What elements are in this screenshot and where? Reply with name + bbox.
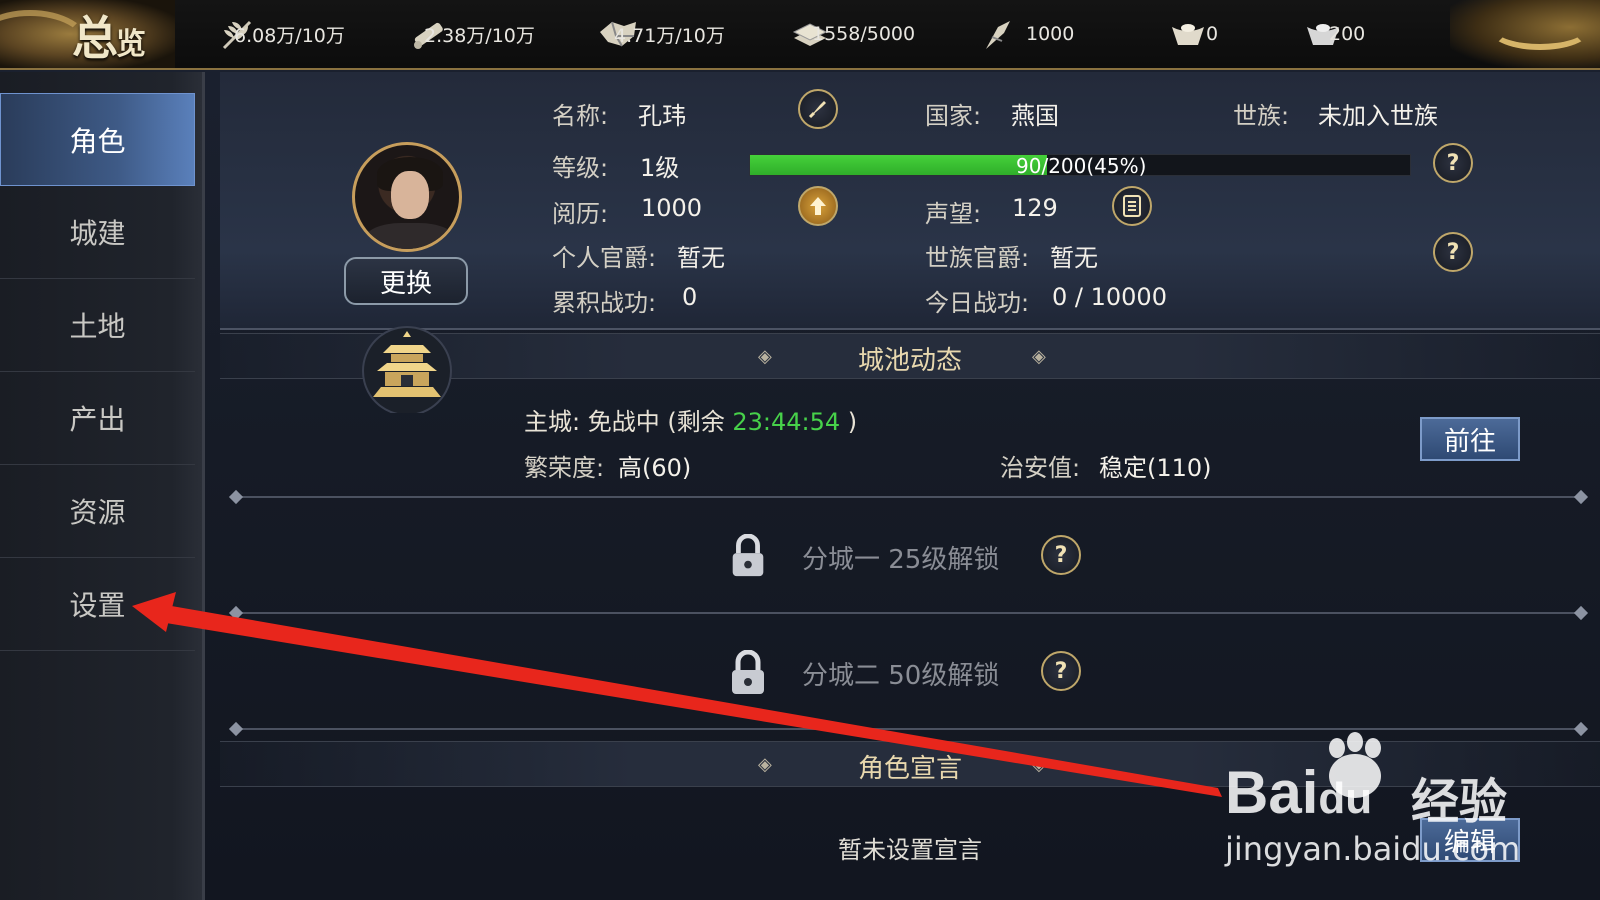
today-merit-value: 0 / 10000: [1052, 283, 1167, 311]
branch-city-1-text: 分城一 25级解锁: [802, 545, 1000, 575]
resource-wood-value: 2.38万/10万: [424, 24, 535, 47]
branch-city-2-help-icon[interactable]: ?: [1041, 651, 1081, 691]
corner-ornament: [1450, 0, 1600, 68]
resource-decree[interactable]: 1000: [978, 16, 1074, 52]
today-merit-label: 今日战功:: [925, 289, 1030, 317]
resource-stone-value: 4.71万/10万: [614, 24, 725, 47]
experience-value: 1000: [641, 194, 703, 222]
resource-grain-value: 6.08万/10万: [234, 24, 345, 47]
level-value: 1级: [640, 154, 680, 182]
level-label: 等级:: [552, 154, 609, 182]
overview-title-emblem: 总览: [0, 0, 175, 68]
palace-icon: [352, 322, 462, 414]
watermark-jingyan: 经验: [1411, 774, 1508, 830]
prestige-list-icon[interactable]: [1112, 186, 1152, 226]
security-label: 治安值:: [1000, 454, 1081, 482]
branch-city-2-text: 分城二 50级解锁: [802, 661, 1000, 691]
decree-icon: [978, 16, 1018, 52]
resource-grain[interactable]: 6.08万/10万: [218, 16, 345, 52]
branch-city-1-help-icon[interactable]: ?: [1041, 535, 1081, 575]
resource-stone[interactable]: 4.71万/10万: [598, 16, 725, 52]
resource-iron-value: 1558/5000: [812, 23, 916, 45]
rank-help-icon[interactable]: ?: [1433, 232, 1473, 272]
diamond-ornament-right: ◈: [1032, 346, 1046, 367]
gold-ingot-icon: [1168, 16, 1208, 52]
prosperity-value: 高(60): [618, 454, 692, 482]
exp-progress-bar: 90/200(45%): [749, 154, 1411, 178]
level-help-icon[interactable]: ?: [1433, 143, 1473, 183]
prestige-value: 129: [1012, 194, 1058, 222]
sidebar-nav: 角色 城建 土地 产出 资源 设置: [0, 72, 205, 900]
clan-rank-value: 暂无: [1050, 244, 1098, 272]
goto-city-button[interactable]: 前往: [1420, 417, 1520, 461]
rename-brush-icon[interactable]: [798, 89, 838, 129]
sidebar-item-output[interactable]: 产出: [0, 372, 195, 465]
clan-rank-label: 世族官爵:: [925, 244, 1030, 272]
lock-icon: [732, 650, 764, 694]
security-value: 稳定(110): [1099, 454, 1212, 482]
lock-icon: [732, 534, 764, 577]
top-resource-bar: 总览 6.08万/10万 2.38万/10万 4.71万/10万 1558/50…: [0, 0, 1600, 70]
sidebar-item-land[interactable]: 土地: [0, 279, 195, 372]
resource-wood[interactable]: 2.38万/10万: [408, 16, 535, 52]
resource-decree-value: 1000: [1026, 23, 1075, 45]
name-label: 名称:: [552, 102, 609, 130]
personal-rank-value: 暂无: [677, 244, 725, 272]
personal-rank-label: 个人官爵:: [552, 244, 657, 272]
resource-iron[interactable]: 1558/5000: [790, 16, 915, 52]
resource-silver-value: 200: [1329, 23, 1366, 45]
baidu-jingyan-watermark: Baidu 经验 jingyan.baidu.com: [1225, 730, 1525, 880]
prosperity-label: 繁荣度:: [524, 454, 605, 482]
resource-gold-value: 0: [1206, 23, 1219, 45]
divider-2: [236, 612, 1581, 614]
exp-progress-fill: [750, 155, 1047, 175]
watermark-url: jingyan.baidu.com: [1225, 830, 1521, 868]
total-merit-label: 累积战功:: [552, 289, 657, 317]
main-city-status: 主城: 免战中 (剩余 23:44:54 ): [524, 408, 858, 436]
sidebar-item-settings[interactable]: 设置: [0, 558, 195, 651]
change-avatar-button[interactable]: 更换: [344, 257, 468, 305]
divider-1: [236, 496, 1581, 498]
resource-gold[interactable]: 0: [1168, 16, 1218, 52]
player-avatar[interactable]: [352, 142, 462, 252]
country-value: 燕国: [1011, 102, 1059, 130]
sidebar-item-city-build[interactable]: 城建: [0, 186, 195, 279]
clan-label: 世族:: [1233, 102, 1290, 130]
sidebar-item-role[interactable]: 角色: [0, 93, 195, 186]
country-label: 国家:: [925, 102, 982, 130]
sidebar-item-resources[interactable]: 资源: [0, 465, 195, 558]
total-merit-value: 0: [682, 283, 698, 311]
paw-logo-icon: [1329, 732, 1381, 798]
experience-label: 阅历:: [552, 200, 609, 228]
exp-progress-text: 90/200(45%): [1016, 154, 1147, 178]
clan-value: 未加入世族: [1318, 102, 1438, 130]
name-value: 孔玮: [638, 102, 686, 130]
prestige-label: 声望:: [925, 200, 982, 228]
truce-timer: 23:44:54: [732, 408, 841, 436]
diamond-ornament-right: ◈: [1032, 754, 1046, 775]
resource-silver[interactable]: 200: [1303, 16, 1365, 52]
page-title: 总览: [72, 11, 146, 65]
upgrade-arrow-icon[interactable]: [798, 186, 838, 226]
